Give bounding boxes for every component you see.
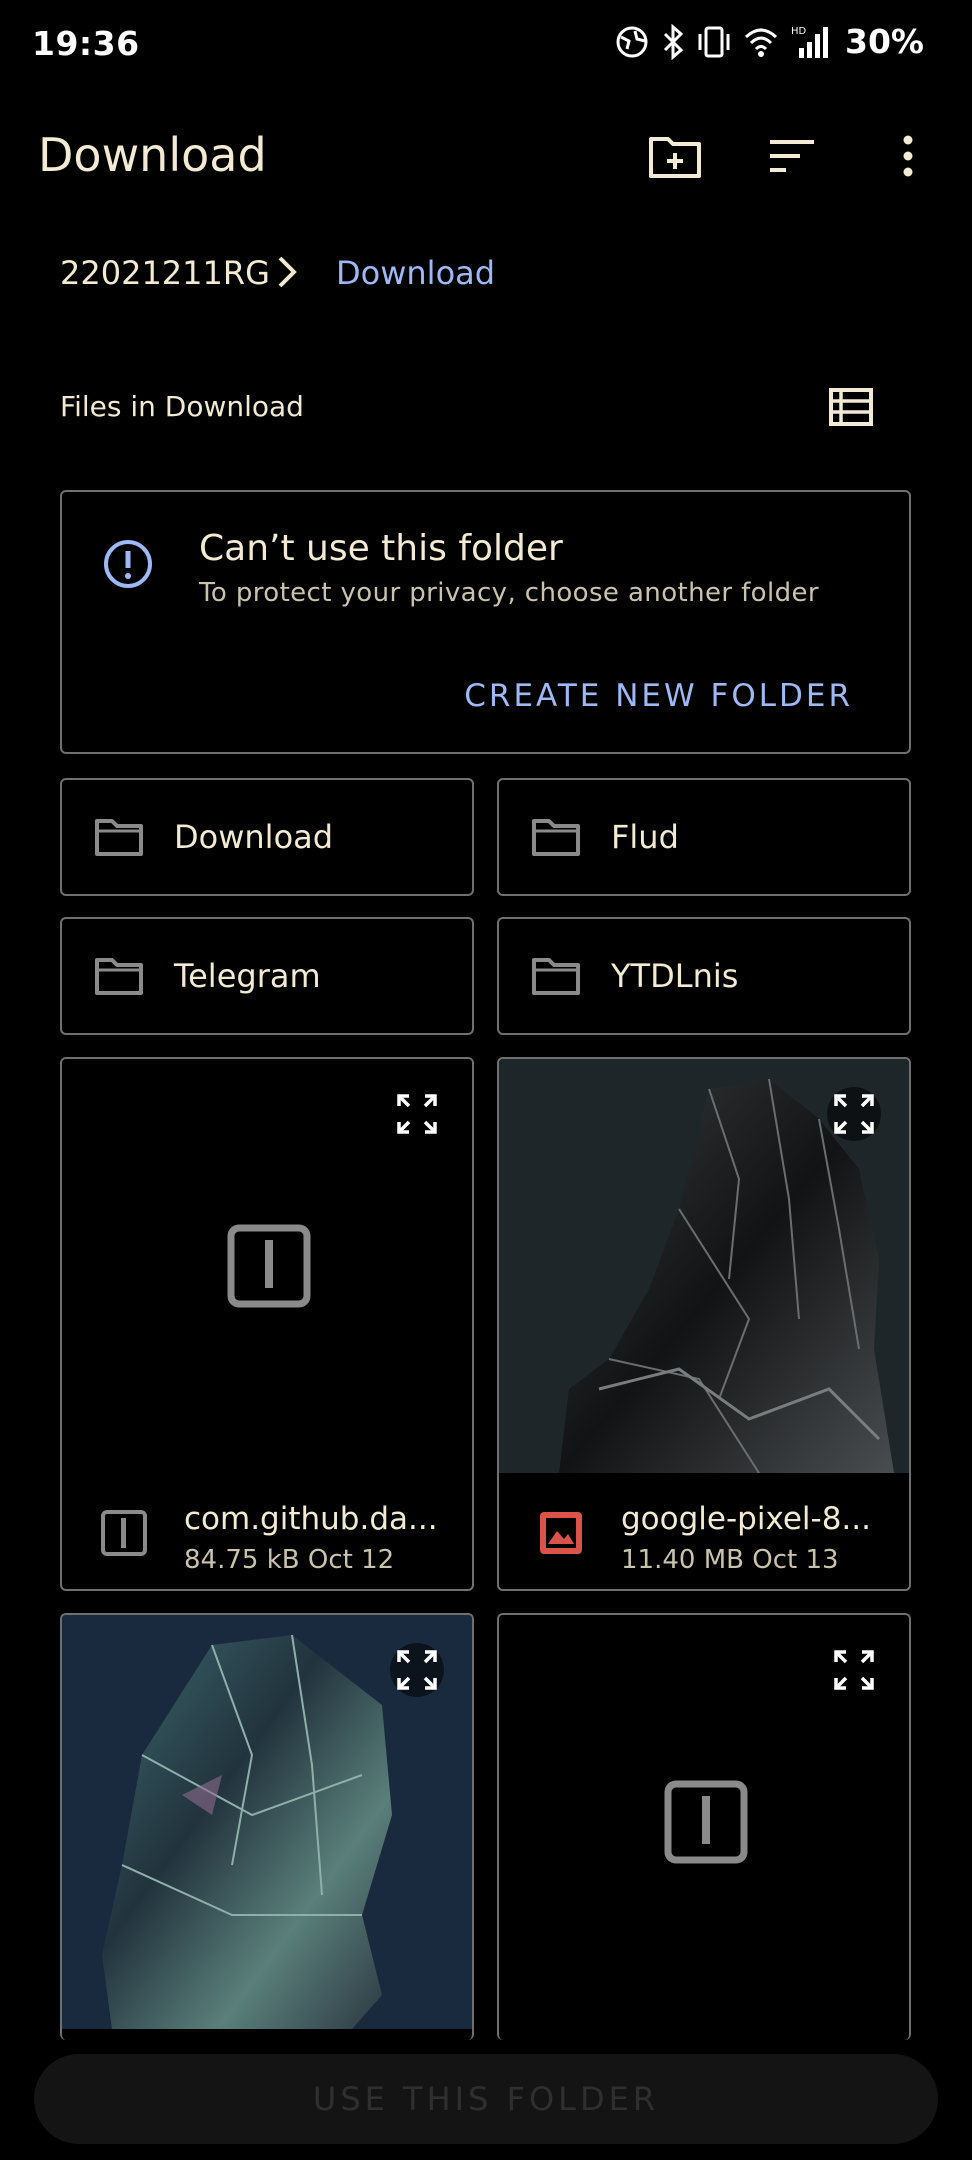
cant-use-folder-card: Can’t use this folder To protect your pr… xyxy=(60,490,911,754)
expand-preview-button[interactable] xyxy=(390,1643,444,1697)
more-options-button[interactable] xyxy=(878,126,938,186)
create-new-folder-button[interactable]: CREATE NEW FOLDER xyxy=(464,678,853,714)
folder-icon xyxy=(94,817,144,857)
vpn-globe-icon xyxy=(615,25,649,59)
image-icon xyxy=(537,1509,585,1561)
bluetooth-icon xyxy=(661,23,685,60)
list-view-icon xyxy=(829,388,873,426)
folder-item[interactable]: Download xyxy=(60,778,474,896)
file-name: com.github.da... xyxy=(184,1501,438,1537)
battery-level: 30% xyxy=(845,22,924,61)
folder-icon xyxy=(531,817,581,857)
file-size: 11.40 MB xyxy=(621,1545,744,1575)
use-this-folder-label: USE THIS FOLDER xyxy=(312,2080,660,2118)
breadcrumb-current[interactable]: Download xyxy=(336,254,495,292)
file-details: 11.40 MB Oct 13 xyxy=(621,1545,839,1575)
folder-label: Download xyxy=(174,818,334,856)
page-title: Download xyxy=(38,128,267,182)
vibrate-icon xyxy=(697,24,731,60)
expand-preview-button[interactable] xyxy=(827,1643,881,1697)
new-folder-button[interactable] xyxy=(645,126,705,186)
file-name: google-pixel-8... xyxy=(621,1501,871,1537)
file-meta: google-pixel-8... 11.40 MB Oct 13 xyxy=(499,1473,909,1589)
sort-button[interactable] xyxy=(762,126,822,186)
fullscreen-icon xyxy=(397,1094,437,1134)
file-tile[interactable] xyxy=(60,1613,474,2040)
svg-text:HD: HD xyxy=(791,26,807,37)
file-date: Oct 12 xyxy=(307,1545,395,1575)
status-time: 19:36 xyxy=(32,24,140,63)
folder-item[interactable]: Telegram xyxy=(60,917,474,1035)
warning-title: Can’t use this folder xyxy=(199,528,563,569)
expand-preview-button[interactable] xyxy=(827,1087,881,1141)
wifi-icon xyxy=(743,25,779,59)
new-folder-icon xyxy=(649,137,701,178)
use-this-folder-button[interactable]: USE THIS FOLDER xyxy=(34,2054,938,2144)
file-tile[interactable]: google-pixel-8... 11.40 MB Oct 13 xyxy=(497,1057,911,1591)
info-alert-icon xyxy=(102,538,154,594)
breadcrumb-root[interactable]: 22021211RG xyxy=(60,254,270,292)
sort-icon xyxy=(770,140,814,172)
warning-subtitle: To protect your privacy, choose another … xyxy=(199,578,819,608)
file-size: 84.75 kB xyxy=(184,1545,300,1575)
archive-icon xyxy=(100,1509,148,1561)
archive-icon xyxy=(664,1780,748,1868)
fullscreen-icon xyxy=(397,1650,437,1690)
folder-icon xyxy=(94,956,144,996)
archive-icon xyxy=(227,1224,311,1312)
more-vert-icon xyxy=(903,135,913,177)
fullscreen-icon xyxy=(834,1650,874,1690)
file-tile[interactable]: com.github.da... 84.75 kB Oct 12 xyxy=(60,1057,474,1591)
folder-label: YTDLnis xyxy=(611,957,739,995)
fullscreen-icon xyxy=(834,1094,874,1134)
folder-item[interactable]: Flud xyxy=(497,778,911,896)
file-date: Oct 13 xyxy=(752,1545,839,1575)
file-details: 84.75 kB Oct 12 xyxy=(184,1545,394,1575)
folder-item[interactable]: YTDLnis xyxy=(497,917,911,1035)
status-icons: HD 30% xyxy=(615,22,924,61)
list-view-toggle[interactable] xyxy=(826,382,876,432)
section-header: Files in Download xyxy=(60,390,304,423)
file-meta: com.github.da... 84.75 kB Oct 12 xyxy=(62,1473,472,1589)
hd-signal-icon: HD xyxy=(791,24,829,60)
folder-label: Telegram xyxy=(174,957,321,995)
folder-icon xyxy=(531,956,581,996)
expand-preview-button[interactable] xyxy=(390,1087,444,1141)
folder-label: Flud xyxy=(611,818,679,856)
status-bar: 19:36 HD 30% xyxy=(0,0,972,90)
chevron-right-icon xyxy=(272,252,302,296)
file-tile[interactable] xyxy=(497,1613,911,2040)
